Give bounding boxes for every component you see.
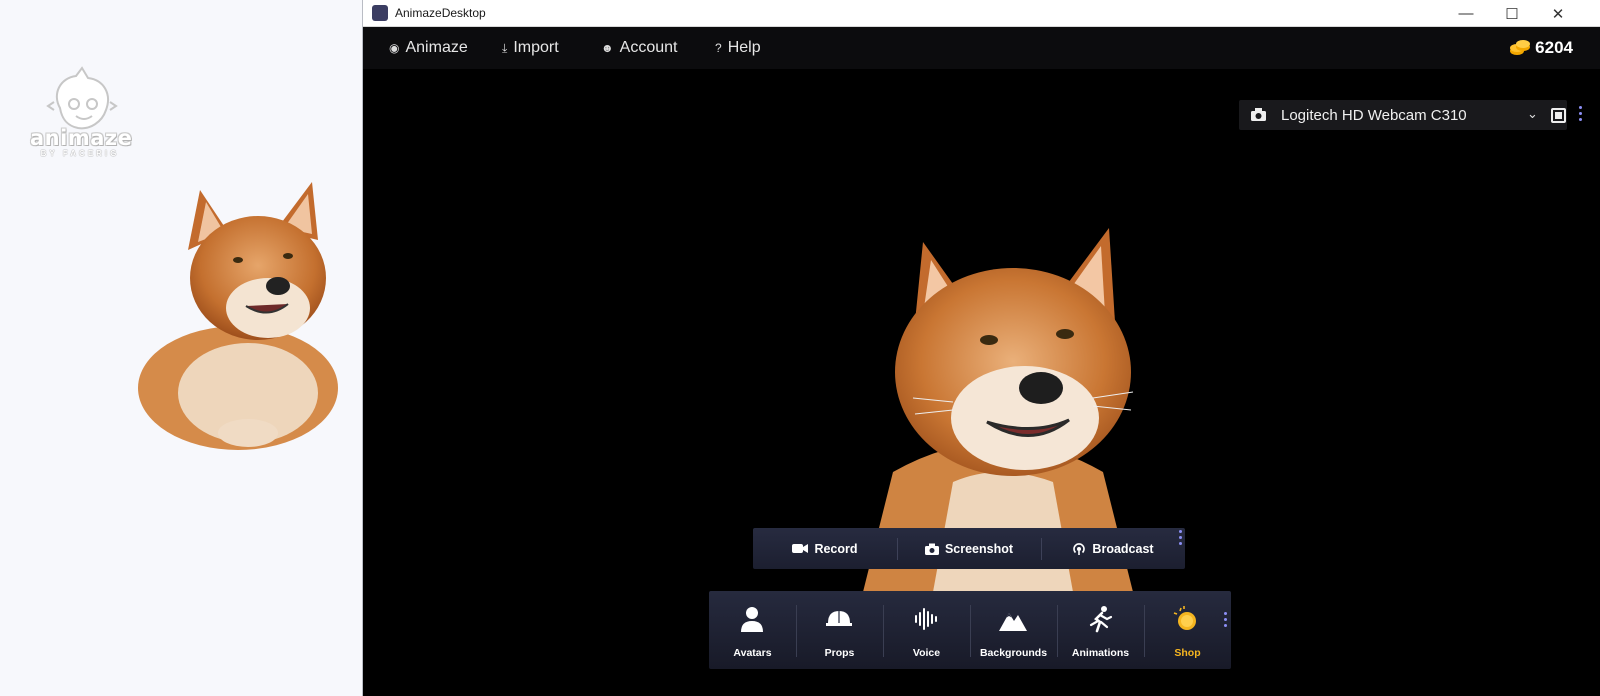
camera-icon	[924, 543, 939, 555]
app-icon	[372, 5, 388, 21]
video-camera-icon	[792, 544, 809, 553]
toolbar-animations[interactable]: Animations	[1057, 591, 1144, 669]
window-title: AnimazeDesktop	[395, 6, 486, 20]
menu-account[interactable]: ☻ Account	[601, 39, 677, 57]
menu-animaze[interactable]: ◉ Animaze	[389, 39, 468, 57]
animaze-icon: ◉	[389, 41, 400, 55]
camera-more-icon[interactable]	[1579, 106, 1583, 124]
preview-pane: animaze BY FACERIG	[0, 0, 362, 696]
cap-icon	[826, 611, 852, 626]
broadcast-button[interactable]: Broadcast	[1041, 528, 1185, 569]
toolbar-backgrounds[interactable]: Backgrounds	[970, 591, 1057, 669]
shiba-avatar-preview-icon	[138, 182, 338, 450]
minimize-button[interactable]: —	[1443, 0, 1489, 27]
toolbar-label: Avatars	[733, 647, 772, 659]
waveform-icon	[915, 608, 937, 630]
record-toolbar: Record Screenshot Broadcast	[753, 528, 1185, 569]
camera-name: Logitech HD Webcam C310	[1281, 107, 1467, 124]
help-icon: ?	[715, 41, 722, 55]
toolbar-label: Props	[824, 647, 855, 659]
running-icon	[1089, 606, 1113, 633]
title-bar: AnimazeDesktop — ☐ ✕	[363, 0, 1600, 27]
menu-label: Import	[513, 39, 559, 56]
toolbar-label: Backgrounds	[979, 647, 1048, 659]
camera-selector[interactable]: Logitech HD Webcam C310 ⌄	[1239, 100, 1567, 130]
main-toolbar: Avatars Props Voice Backgrounds Animatio…	[709, 591, 1231, 669]
coins-icon	[1510, 40, 1531, 55]
record-more-icon[interactable]	[1179, 530, 1183, 548]
menu-import[interactable]: ⤓ Import	[502, 39, 559, 57]
person-icon	[741, 607, 763, 632]
account-icon: ☻	[601, 41, 614, 55]
broadcast-label: Broadcast	[1092, 541, 1154, 556]
record-button[interactable]: Record	[753, 528, 897, 569]
mountain-icon	[999, 613, 1027, 631]
menu-label: Animaze	[405, 39, 468, 56]
animaze-window: AnimazeDesktop — ☐ ✕ ◉ Animaze ⤓ Import …	[362, 0, 1600, 696]
broadcast-icon	[1073, 542, 1086, 555]
menu-bar: ◉ Animaze ⤓ Import ☻ Account ? Help 6204	[363, 27, 1600, 69]
coin-count: 6204	[1535, 38, 1573, 57]
screenshot-label: Screenshot	[944, 541, 1014, 556]
coin-balance[interactable]: 6204	[1509, 38, 1573, 58]
record-label: Record	[814, 541, 858, 556]
import-icon: ⤓	[502, 40, 508, 55]
chevron-down-icon[interactable]: ⌄	[1527, 106, 1538, 122]
logo-subtitle: BY FACERIG	[40, 149, 120, 158]
camera-preview-toggle[interactable]	[1551, 108, 1566, 123]
toolbar-more-icon[interactable]	[1224, 612, 1228, 630]
toolbar-label: Animations	[1071, 647, 1130, 659]
toolbar-label: Shop	[1174, 647, 1201, 659]
menu-help[interactable]: ? Help	[715, 39, 761, 57]
coin-icon	[1173, 606, 1196, 630]
toolbar-shop[interactable]: Shop	[1144, 591, 1231, 669]
toolbar-label: Voice	[912, 647, 941, 659]
screenshot-button[interactable]: Screenshot	[897, 528, 1041, 569]
maximize-button[interactable]: ☐	[1489, 0, 1535, 27]
logo-wordmark: animaze	[30, 126, 133, 150]
camera-icon	[1251, 108, 1266, 121]
toolbar-props[interactable]: Props	[796, 591, 883, 669]
close-button[interactable]: ✕	[1535, 0, 1581, 27]
menu-label: Help	[727, 39, 761, 56]
menu-label: Account	[619, 39, 678, 56]
toolbar-avatars[interactable]: Avatars	[709, 591, 796, 669]
toolbar-voice[interactable]: Voice	[883, 591, 970, 669]
